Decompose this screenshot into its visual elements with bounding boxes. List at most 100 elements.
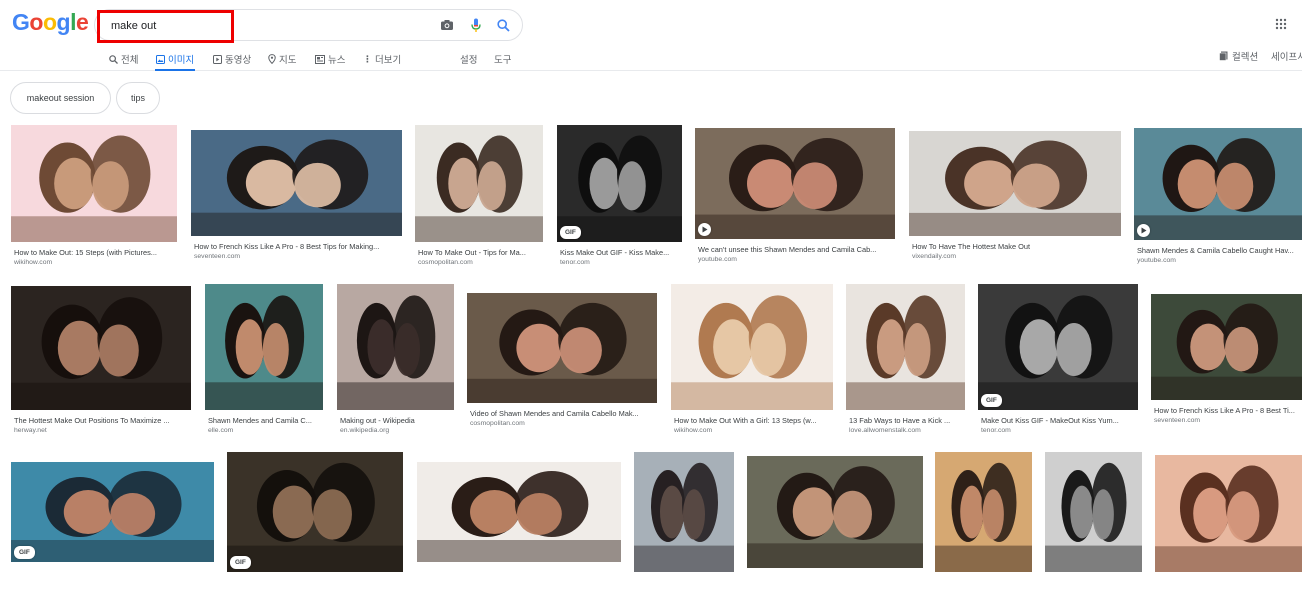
result-source: youtube.com [698,256,737,263]
play-icon [698,223,711,236]
image-thumbnail[interactable] [11,462,214,562]
image-result[interactable]: The Hottest Make Out Positions To Maximi… [11,286,191,434]
tools-link[interactable]: 도구 [494,49,511,69]
image-thumbnail[interactable] [935,452,1032,572]
image-thumbnail[interactable] [1134,128,1302,240]
result-caption[interactable]: How To Have The Hottest Make Out [912,242,1121,251]
image-thumbnail[interactable] [205,284,323,410]
result-caption[interactable]: 13 Fab Ways to Have a Kick ... [849,416,965,425]
microphone-icon[interactable] [467,16,485,34]
camera-icon[interactable] [438,16,456,34]
result-source: wikihow.com [14,259,53,266]
image-thumbnail[interactable] [337,284,454,410]
image-result[interactable]: Video of Shawn Mendes and Camila Cabello… [467,293,657,427]
image-result[interactable] [634,452,734,596]
image-result[interactable]: How to Make Out: 15 Steps (with Pictures… [11,125,177,266]
image-thumbnail[interactable] [557,125,682,242]
image-thumbnail[interactable] [467,293,657,403]
tab-label: 더보기 [375,55,402,66]
safesearch-link[interactable]: 세이프서 [1271,49,1302,63]
result-caption[interactable]: How to Make Out: 15 Steps (with Pictures… [14,248,177,257]
tab-label: 뉴스 [328,55,346,66]
result-caption[interactable]: Making out - Wikipedia [340,416,454,425]
search-icon[interactable] [494,16,512,34]
gif-badge: GIF [981,394,1002,407]
image-result[interactable] [417,462,621,586]
settings-link[interactable]: 설정 [460,49,477,69]
image-thumbnail[interactable] [415,125,543,242]
image-result[interactable]: Shawn Mendes and Camila C... elle.com [205,284,323,434]
result-source: tenor.com [560,259,590,266]
image-thumbnail[interactable] [978,284,1138,410]
tab-all[interactable]: 전체 [109,49,138,69]
image-result[interactable]: How to French Kiss Like A Pro - 8 Best T… [1151,294,1302,424]
chip-tips[interactable]: tips [116,82,160,114]
play-icon [1137,224,1150,237]
header: Google 전체 이미지 동영상 지도 [0,0,1302,71]
tab-images[interactable]: 이미지 [155,49,196,71]
result-caption[interactable]: Shawn Mendes and Camila C... [208,416,323,425]
image-result[interactable] [1155,455,1302,596]
image-result[interactable]: 13 Fab Ways to Have a Kick ... love.allwo… [846,284,965,434]
image-thumbnail[interactable] [11,286,191,410]
image-result[interactable]: How To Have The Hottest Make Out vixendai… [909,131,1121,260]
tab-more[interactable]: ⋮ 더보기 [363,49,401,69]
result-caption[interactable]: How to Make Out With a Girl: 13 Steps (w… [674,416,833,425]
image-thumbnail[interactable] [191,130,402,236]
image-thumbnail[interactable] [1045,452,1142,572]
google-logo[interactable]: Google [12,9,89,36]
result-caption[interactable]: The Hottest Make Out Positions To Maximi… [14,416,191,425]
result-caption[interactable]: Make Out Kiss GIF - MakeOut Kiss Yum... [981,416,1138,425]
image-thumbnail[interactable] [1151,294,1302,400]
map-pin-icon [268,54,276,64]
tab-videos[interactable]: 동영상 [213,49,251,69]
image-thumbnail[interactable] [634,452,734,572]
image-result[interactable]: GIF [11,462,214,586]
image-thumbnail[interactable] [671,284,833,410]
image-result[interactable] [1045,452,1142,596]
image-thumbnail[interactable] [1155,455,1302,572]
image-result[interactable]: GIF Make Out Kiss GIF - MakeOut Kiss Yum.… [978,284,1138,434]
more-dots-icon: ⋮ [363,53,372,64]
tab-maps[interactable]: 지도 [268,49,296,69]
image-result[interactable]: We can't unsee this Shawn Mendes and Cam… [695,128,895,263]
image-thumbnail[interactable] [417,462,621,562]
result-caption[interactable]: How To Make Out - Tips for Ma... [418,248,543,257]
collections-link[interactable]: 컬렉션 [1219,49,1258,63]
video-icon [213,54,222,64]
collections-label: 컬렉션 [1232,52,1259,63]
image-result[interactable] [747,456,923,592]
result-source: tenor.com [981,427,1011,434]
image-result[interactable]: GIF Kiss Make Out GIF - Kiss Make... tenor… [557,125,682,266]
image-thumbnail[interactable] [747,456,923,568]
result-source: love.allwomenstalk.com [849,427,921,434]
settings-label: 설정 [460,55,478,66]
tab-label: 지도 [279,55,297,66]
image-result[interactable] [935,452,1032,596]
result-caption[interactable]: Shawn Mendes & Camila Cabello Caught Hav… [1137,246,1302,255]
image-thumbnail[interactable] [11,125,177,242]
result-caption[interactable]: We can't unsee this Shawn Mendes and Cam… [698,245,895,254]
image-thumbnail[interactable] [695,128,895,239]
result-caption[interactable]: How to French Kiss Like A Pro - 8 Best T… [1154,406,1302,415]
image-thumbnail[interactable] [909,131,1121,236]
image-thumbnail[interactable] [227,452,403,572]
chip-makeout-session[interactable]: makeout session [10,82,111,114]
apps-grid-icon[interactable] [1275,17,1287,35]
tab-news[interactable]: 뉴스 [315,49,345,69]
gif-badge: GIF [560,226,581,239]
search-input[interactable] [111,18,411,34]
search-icon [109,54,118,64]
image-result[interactable]: How To Make Out - Tips for Ma... cosmopol… [415,125,543,266]
image-icon [156,54,165,64]
image-result[interactable]: How to Make Out With a Girl: 13 Steps (w… [671,284,833,434]
tab-label: 동영상 [225,55,252,66]
image-result[interactable]: Making out - Wikipedia en.wikipedia.org [337,284,454,434]
image-thumbnail[interactable] [846,284,965,410]
result-caption[interactable]: Video of Shawn Mendes and Camila Cabello… [470,409,657,418]
image-result[interactable]: GIF [227,452,403,596]
result-caption[interactable]: How to French Kiss Like A Pro - 8 Best T… [194,242,402,251]
image-result[interactable]: How to French Kiss Like A Pro - 8 Best T… [191,130,402,260]
image-result[interactable]: Shawn Mendes & Camila Cabello Caught Hav… [1134,128,1302,264]
result-caption[interactable]: Kiss Make Out GIF - Kiss Make... [560,248,682,257]
